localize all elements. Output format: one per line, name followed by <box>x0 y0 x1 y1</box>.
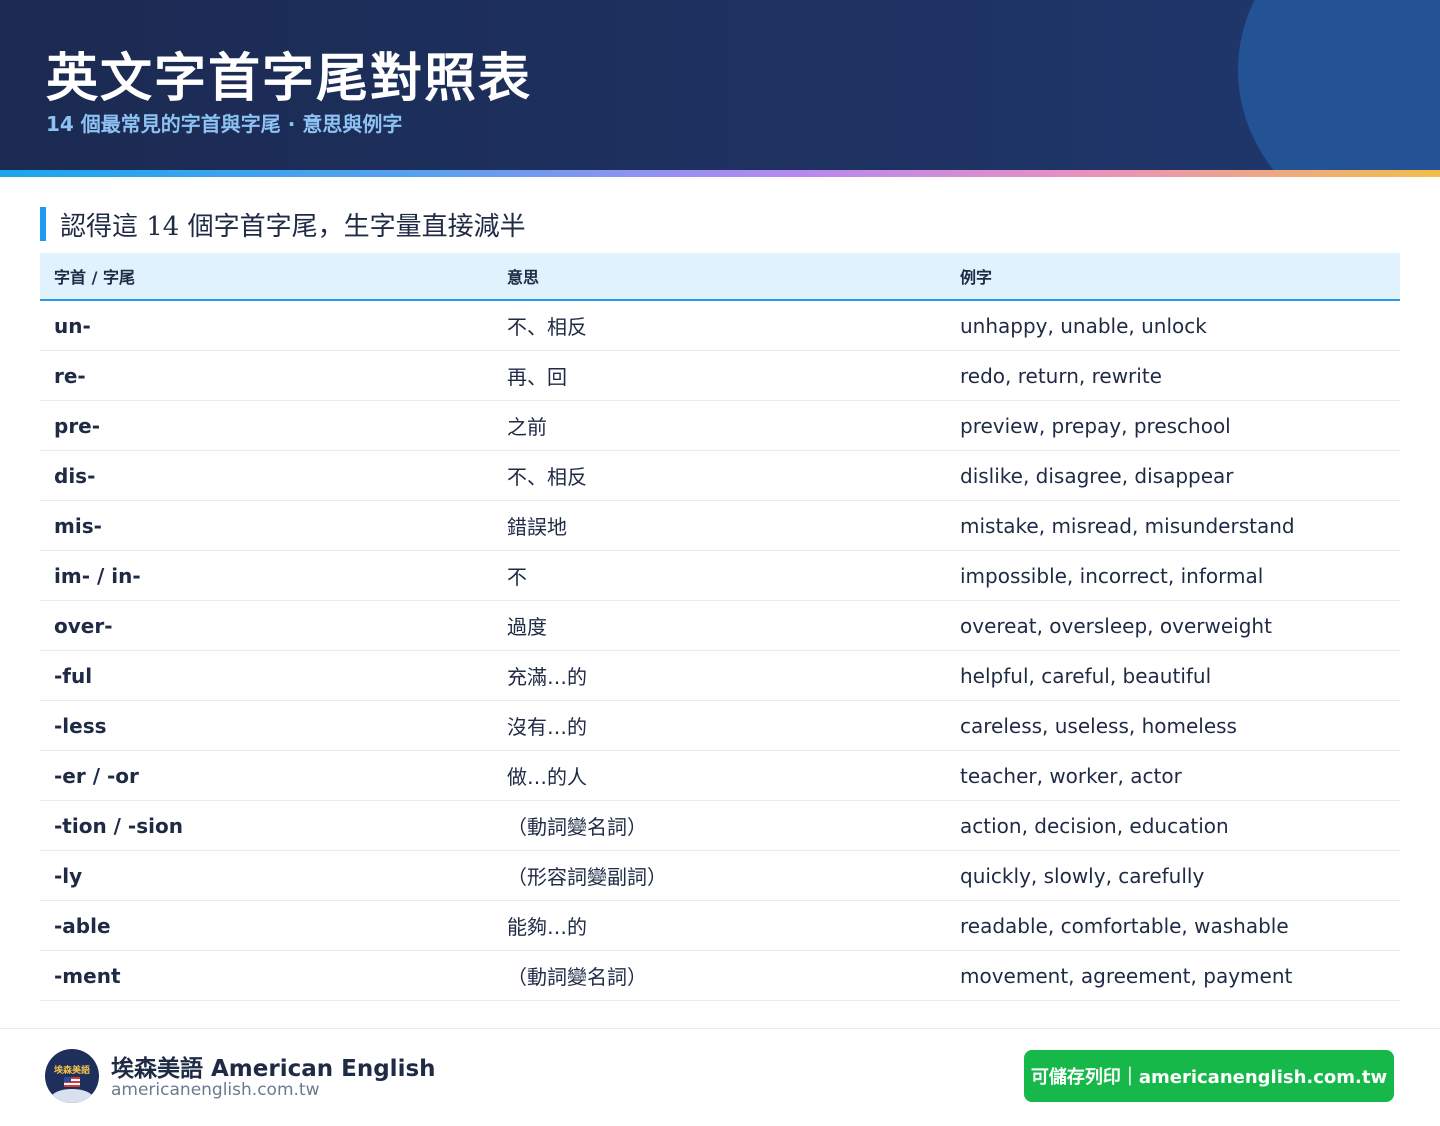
meaning-cell: 做…的人 <box>507 765 587 789</box>
table-body: un- 不、相反 unhappy, unable, unlock re- 再、回 redo… <box>40 301 1400 1001</box>
affix-cell: -ment <box>54 963 121 988</box>
table-header: 字首 / 字尾 意思 例字 <box>40 253 1400 301</box>
examples-cell: redo, return, rewrite <box>960 363 1162 388</box>
examples-cell: preview, prepay, preschool <box>960 413 1231 438</box>
table-row: -tion / -sion （動詞變名詞） action, decision, ed… <box>40 801 1400 851</box>
table-row: im- / in- 不 impossible, incorrect, informa… <box>40 551 1400 601</box>
table-row: mis- 錯誤地 mistake, misread, misunderstand <box>40 501 1400 551</box>
examples-cell: dislike, disagree, disappear <box>960 463 1234 488</box>
rainbow-divider <box>0 170 1440 177</box>
affix-cell: dis- <box>54 463 96 488</box>
meaning-cell: 不 <box>507 565 527 589</box>
table-row: pre- 之前 preview, prepay, preschool <box>40 401 1400 451</box>
examples-cell: readable, comfortable, washable <box>960 913 1289 938</box>
examples-cell: teacher, worker, actor <box>960 763 1182 788</box>
meaning-cell: 過度 <box>507 615 547 639</box>
affix-cell: -er / -or <box>54 763 139 788</box>
brand-logo: 埃森美語 <box>45 1049 99 1103</box>
us-flag-icon <box>64 1077 80 1087</box>
column-header-affix: 字首 / 字尾 <box>54 268 135 287</box>
column-header-meaning: 意思 <box>507 268 540 287</box>
meaning-cell: （動詞變名詞） <box>507 815 647 839</box>
affix-cell: im- / in- <box>54 563 141 588</box>
header-banner: 英文字首字尾對照表 14 個最常見的字首與字尾 · 意思與例字 <box>0 0 1440 170</box>
examples-cell: action, decision, education <box>960 813 1229 838</box>
meaning-cell: 再、回 <box>507 365 567 389</box>
page-title: 英文字首字尾對照表 <box>46 48 533 109</box>
examples-cell: overeat, oversleep, overweight <box>960 613 1272 638</box>
table-row: -ly （形容詞變副詞） quickly, slowly, carefully <box>40 851 1400 901</box>
affix-cell: -tion / -sion <box>54 813 183 838</box>
examples-cell: unhappy, unable, unlock <box>960 313 1207 338</box>
meaning-cell: 沒有…的 <box>507 715 587 739</box>
affix-cell: -able <box>54 913 111 938</box>
column-header-examples: 例字 <box>960 268 993 287</box>
examples-cell: impossible, incorrect, informal <box>960 563 1264 588</box>
meaning-cell: （形容詞變副詞） <box>507 865 667 889</box>
affix-cell: over- <box>54 613 113 638</box>
affix-cell: -ful <box>54 663 93 688</box>
affix-cell: -less <box>54 713 107 738</box>
affix-cell: -ly <box>54 863 83 888</box>
table-row: -less 沒有…的 careless, useless, homeless <box>40 701 1400 751</box>
meaning-cell: 能夠…的 <box>507 915 587 939</box>
table-row: over- 過度 overeat, oversleep, overweight <box>40 601 1400 651</box>
footer-divider <box>0 1028 1440 1029</box>
affix-cell: re- <box>54 363 86 388</box>
affix-cell: pre- <box>54 413 101 438</box>
table-row: -ment （動詞變名詞） movement, agreement, payment <box>40 951 1400 1001</box>
table-row: re- 再、回 redo, return, rewrite <box>40 351 1400 401</box>
examples-cell: mistake, misread, misunderstand <box>960 513 1295 538</box>
brand-name: 埃森美語 American English <box>111 1056 436 1082</box>
affix-cell: mis- <box>54 513 102 538</box>
section-title: 認得這 14 個字首字尾，生字量直接減半 <box>60 212 526 242</box>
section-accent-bar <box>40 207 46 241</box>
page-subtitle: 14 個最常見的字首與字尾 · 意思與例字 <box>46 112 403 136</box>
meaning-cell: 充滿…的 <box>507 665 587 689</box>
meaning-cell: 錯誤地 <box>507 515 567 539</box>
meaning-cell: 之前 <box>507 415 547 439</box>
decorative-circle <box>1238 0 1440 170</box>
meaning-cell: （動詞變名詞） <box>507 965 647 989</box>
table-row: -able 能夠…的 readable, comfortable, washable <box>40 901 1400 951</box>
examples-cell: helpful, careful, beautiful <box>960 663 1212 688</box>
logo-text: 埃森美語 <box>53 1066 90 1076</box>
examples-cell: careless, useless, homeless <box>960 713 1237 738</box>
table-row: -ful 充滿…的 helpful, careful, beautiful <box>40 651 1400 701</box>
meaning-cell: 不、相反 <box>507 315 587 339</box>
cloud-icon <box>51 1089 93 1103</box>
affix-cell: un- <box>54 313 91 338</box>
examples-cell: quickly, slowly, carefully <box>960 863 1205 888</box>
table-row: -er / -or 做…的人 teacher, worker, actor <box>40 751 1400 801</box>
meaning-cell: 不、相反 <box>507 465 587 489</box>
examples-cell: movement, agreement, payment <box>960 963 1293 988</box>
table-row: un- 不、相反 unhappy, unable, unlock <box>40 301 1400 351</box>
print-save-button[interactable]: 可儲存列印｜americanenglish.com.tw <box>1024 1050 1394 1102</box>
table-row: dis- 不、相反 dislike, disagree, disappear <box>40 451 1400 501</box>
affix-table: 字首 / 字尾 意思 例字 un- 不、相反 unhappy, unable, un… <box>40 253 1400 1001</box>
brand-url[interactable]: americanenglish.com.tw <box>111 1080 319 1100</box>
